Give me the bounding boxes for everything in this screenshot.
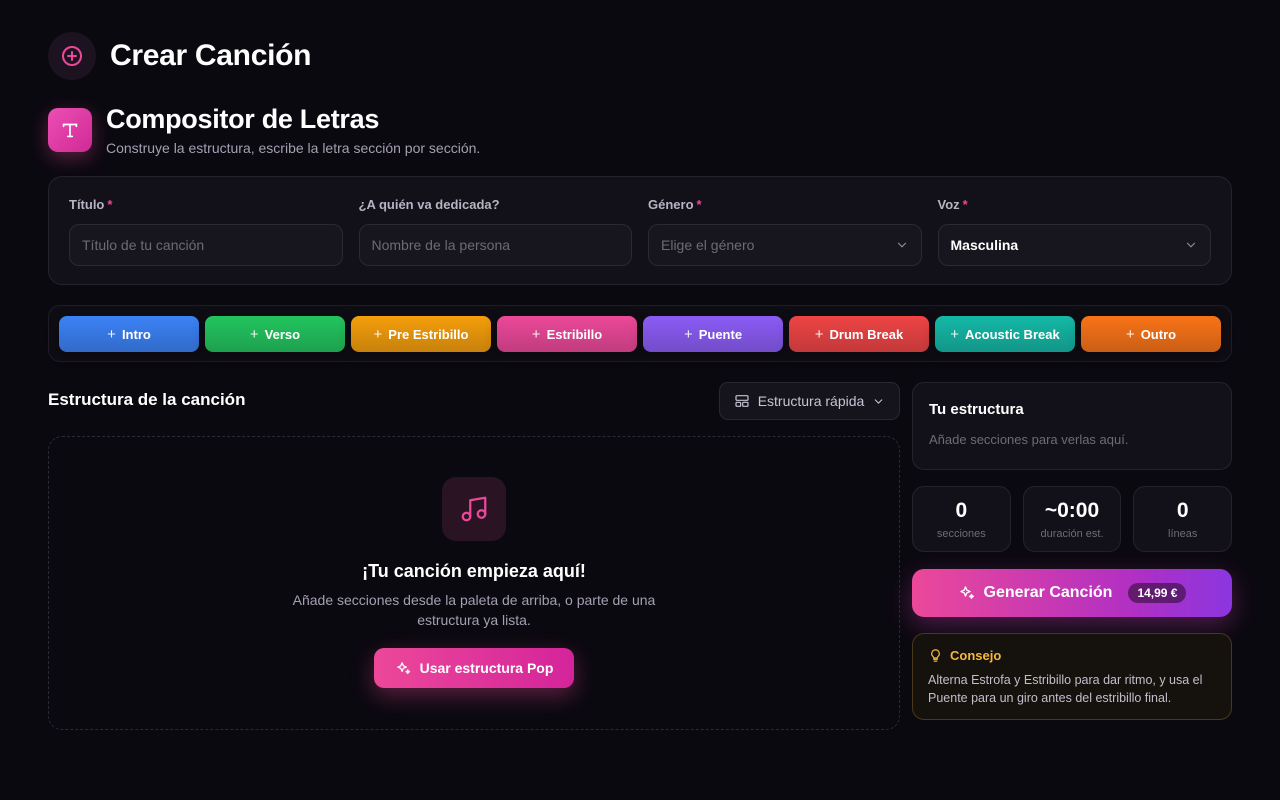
- plus-circle-icon: [48, 32, 96, 80]
- dedication-field: ¿A quién va dedicada? Nombre de la perso…: [358, 197, 632, 284]
- stat-label: secciones: [936, 527, 986, 540]
- stat-sections: 0 secciones: [912, 486, 1011, 552]
- text-icon: [48, 108, 92, 152]
- stat-value: 0: [1176, 498, 1189, 522]
- use-pop-structure-label: Usar estructura Pop: [419, 660, 554, 676]
- plus-icon: +: [249, 325, 259, 343]
- your-structure-subtitle: Añade secciones para verlas aquí.: [929, 432, 1129, 447]
- composer-subtitle: Construye la estructura, escribe la letr…: [106, 140, 481, 156]
- tip-header: Consejo: [928, 648, 1216, 663]
- voice-label: Voz *: [937, 197, 968, 212]
- add-pre-estribillo-button[interactable]: + Pre Estribillo: [351, 316, 491, 352]
- sparkles-icon: [396, 661, 410, 674]
- genre-label: Género *: [648, 197, 702, 212]
- stat-label: duración est.: [1040, 527, 1104, 540]
- dedication-placeholder: Nombre de la persona: [371, 237, 511, 253]
- plus-icon: +: [531, 325, 541, 343]
- price-badge: 14,99 €: [1128, 583, 1187, 603]
- structure-dropzone[interactable]: ¡Tu canción empieza aquí! Añade seccione…: [48, 436, 900, 730]
- structure-title: Estructura de la canción: [48, 390, 246, 409]
- stat-lines: 0 líneas: [1133, 486, 1233, 552]
- plus-icon: +: [814, 325, 824, 343]
- stat-duration: ~0:00 duración est.: [1022, 486, 1122, 552]
- add-outro-button[interactable]: + Outro: [1081, 316, 1221, 352]
- add-verso-button[interactable]: + Verso: [205, 316, 345, 352]
- chevron-down-icon: [1186, 242, 1196, 248]
- song-details-form: Título * Título de tu canción ¿A quién va…: [48, 176, 1232, 285]
- empty-state-subtitle: Añade secciones desde la paleta de arrib…: [292, 592, 656, 628]
- generate-song-button[interactable]: Generar Canción 14,99 €: [912, 569, 1232, 617]
- plus-icon: +: [683, 325, 693, 343]
- chevron-down-icon: [875, 398, 883, 404]
- empty-state-title: ¡Tu canción empieza aquí!: [362, 561, 586, 581]
- title-input[interactable]: Título de tu canción: [69, 224, 343, 266]
- chevron-down-icon: [897, 242, 906, 248]
- plus-icon: +: [373, 325, 383, 343]
- plus-icon: +: [1125, 325, 1135, 343]
- stat-value: ~0:00: [1044, 498, 1100, 522]
- section-palette: + Intro + Verso + Pre Estribillo + Estribill…: [48, 305, 1232, 362]
- song-stats: 0 secciones ~0:00 duración est. 0 líneas: [912, 486, 1233, 552]
- stat-value: 0: [955, 498, 968, 522]
- page-title: Crear Canción: [110, 39, 312, 72]
- dedication-label: ¿A quién va dedicada?: [358, 197, 500, 212]
- add-intro-button[interactable]: + Intro: [59, 316, 199, 352]
- genre-field: Género * Elige el género: [648, 197, 922, 284]
- stat-label: líneas: [1168, 527, 1198, 540]
- layout-icon: [735, 395, 749, 407]
- tip-card: Consejo Alterna Estrofa y Estribillo par…: [912, 633, 1232, 720]
- add-estribillo-button[interactable]: + Estribillo: [497, 316, 637, 352]
- generate-song-label: Generar Canción: [983, 584, 1113, 601]
- tip-title: Consejo: [950, 648, 1002, 663]
- voice-field: Voz * Masculina: [937, 197, 1211, 284]
- music-note-icon: [442, 477, 506, 541]
- composer-header: Compositor de Letras Construye la estruc…: [48, 104, 480, 156]
- page-header: Crear Canción: [48, 32, 311, 80]
- voice-select[interactable]: Masculina: [937, 224, 1211, 266]
- your-structure-title: Tu estructura: [929, 401, 1024, 418]
- quick-structure-button[interactable]: Estructura rápida: [719, 382, 900, 420]
- genre-placeholder: Elige el género: [661, 237, 755, 253]
- genre-select[interactable]: Elige el género: [648, 224, 922, 266]
- quick-structure-label: Estructura rápida: [757, 393, 865, 409]
- lightbulb-icon: [931, 649, 940, 662]
- dedication-input[interactable]: Nombre de la persona: [358, 224, 632, 266]
- your-structure-card: Tu estructura Añade secciones para verla…: [912, 382, 1232, 470]
- title-field: Título * Título de tu canción: [69, 197, 343, 284]
- title-label: Título *: [69, 197, 113, 212]
- add-acoustic-break-button[interactable]: + Acoustic Break: [935, 316, 1075, 352]
- composer-title: Compositor de Letras: [106, 104, 380, 134]
- plus-icon: +: [107, 325, 116, 343]
- sparkles-icon: [959, 586, 974, 599]
- add-drum-break-button[interactable]: + Drum Break: [789, 316, 929, 352]
- title-placeholder: Título de tu canción: [82, 237, 205, 253]
- voice-value: Masculina: [950, 237, 1019, 253]
- tip-text: Alterna Estrofa y Estribillo para dar ri…: [928, 673, 1203, 705]
- add-puente-button[interactable]: + Puente: [643, 316, 783, 352]
- plus-icon: +: [950, 325, 960, 343]
- use-pop-structure-button[interactable]: Usar estructura Pop: [374, 648, 574, 688]
